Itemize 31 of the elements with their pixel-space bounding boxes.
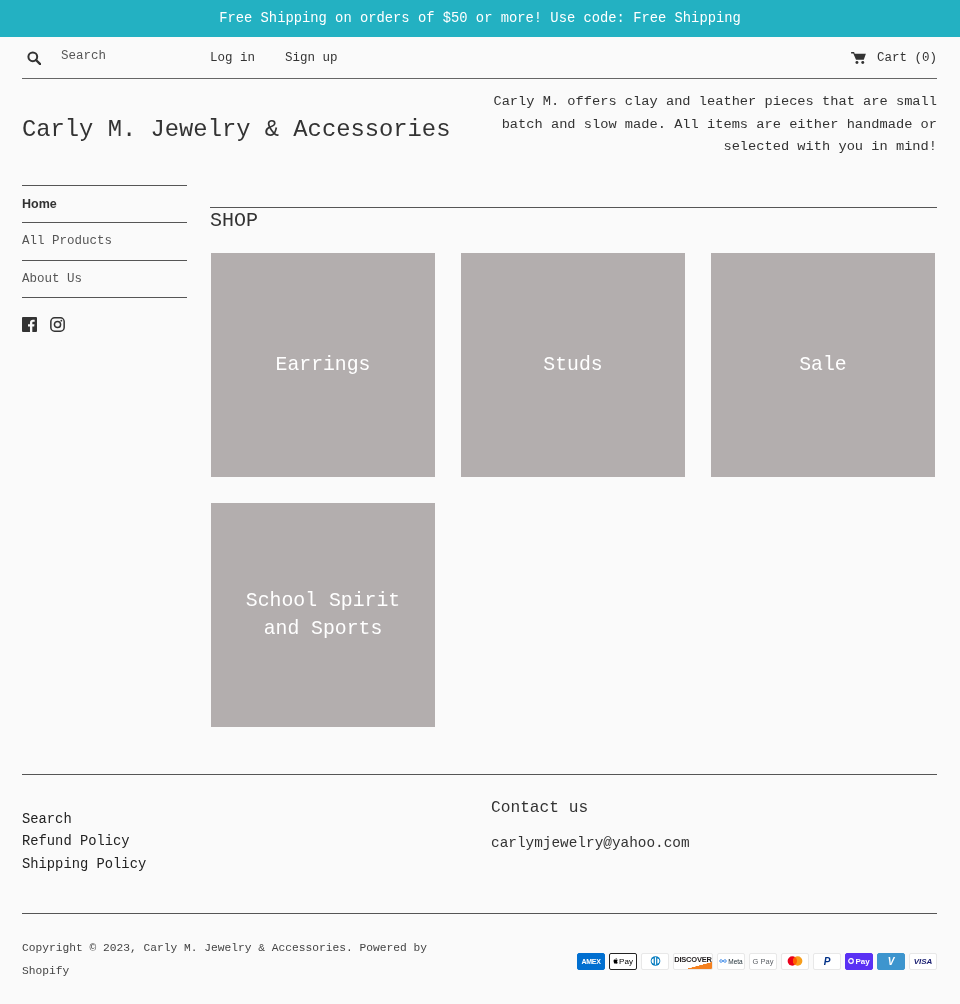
split-circle-icon [648, 956, 662, 966]
nav-link[interactable]: Home [22, 185, 187, 223]
cart-icon [851, 51, 866, 64]
payment-logo: P [813, 952, 841, 970]
payment-logo-text: Pay [855, 956, 870, 966]
search-icon[interactable] [27, 50, 41, 65]
payment-logo-text: Pay [619, 956, 633, 966]
payment-logo: V [877, 952, 905, 970]
cart-link[interactable]: Cart (0) [851, 50, 937, 65]
ring-icon [848, 958, 855, 964]
contact-email: carlymjewelry@yahoo.com [491, 833, 691, 853]
section-heading: SHOP [210, 207, 259, 234]
store-title[interactable]: Carly M. Jewelry & Accessories [22, 115, 451, 145]
apple-icon [613, 958, 619, 964]
footer-link[interactable]: Shipping Policy [22, 853, 491, 876]
footer-link[interactable]: Refund Policy [22, 831, 491, 854]
footer-link[interactable]: Search [22, 808, 491, 831]
announcement-text: Free Shipping on orders of $50 or more! Use code: Free Shipping [219, 11, 741, 26]
account-link[interactable]: Sign up [285, 50, 338, 65]
facebook-icon[interactable] [22, 317, 37, 332]
overlapping-circles-icon [787, 956, 803, 966]
copyright-text: Copyright © 2023, Carly M. Jewelry & Accessories. Powered by Shopify [22, 941, 429, 979]
instagram-icon[interactable] [50, 317, 65, 332]
store-description: Carly M. offers clay and leather pieces that are small batch and slow made. All items are either handmade or selected with you in mind! [492, 93, 937, 156]
nav-link[interactable]: All Products [22, 223, 187, 261]
payment-logo: VISA [909, 952, 937, 970]
account-link[interactable]: Log in [210, 50, 255, 65]
infinity-icon [719, 959, 728, 963]
search-field[interactable]: Search [61, 47, 189, 65]
nav-link[interactable]: About Us [22, 260, 187, 298]
contact-heading: Contact us [491, 797, 590, 819]
